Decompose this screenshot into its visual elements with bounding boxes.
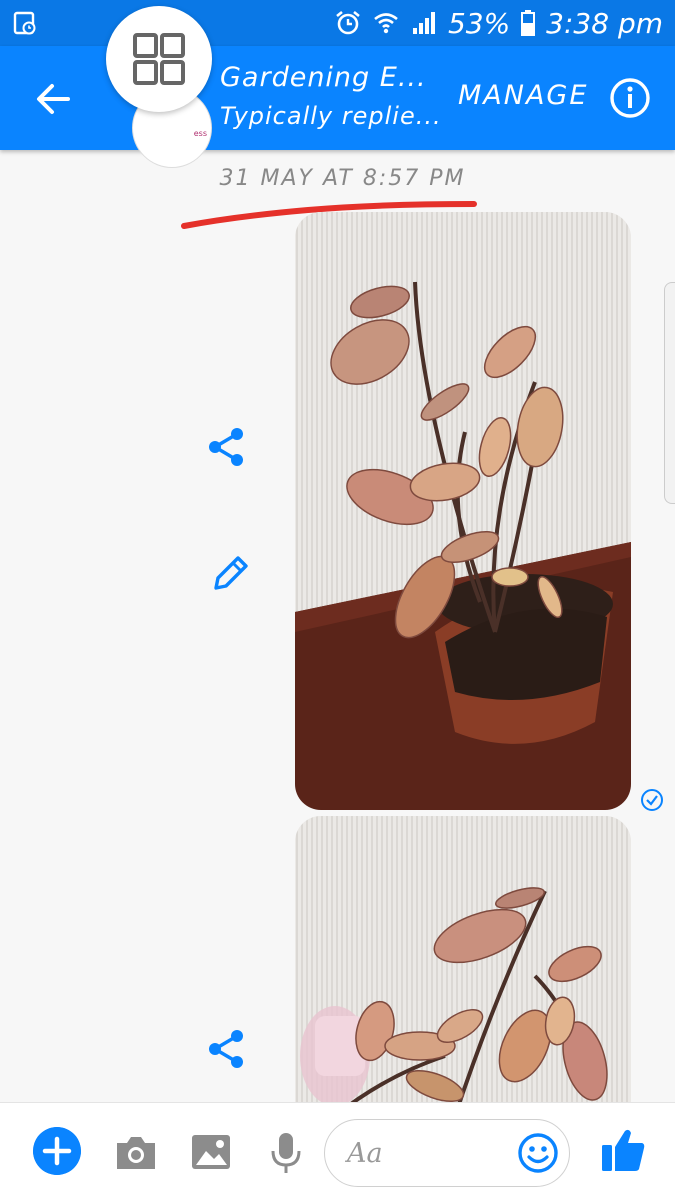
photo-message[interactable] [295, 816, 631, 1116]
photo-message[interactable] [295, 212, 631, 810]
share-icon[interactable] [205, 1027, 249, 1071]
share-icon[interactable] [205, 425, 249, 469]
screenshot-icon [13, 11, 36, 35]
gallery-icon[interactable] [188, 1129, 234, 1175]
plus-icon[interactable] [33, 1127, 81, 1175]
edit-icon[interactable] [208, 550, 252, 594]
thumbs-up-icon[interactable] [598, 1125, 648, 1175]
message-timestamp: 31 MAY AT 8:57 PM [219, 166, 466, 191]
status-bar: 53% 3:38 pm [0, 0, 675, 46]
wifi-icon [374, 13, 398, 34]
info-icon[interactable] [608, 76, 652, 120]
camera-icon[interactable] [113, 1129, 159, 1175]
chat-heads-button[interactable] [106, 6, 212, 112]
message-input[interactable]: Aa [324, 1119, 570, 1187]
scroll-handle[interactable] [664, 282, 675, 504]
avatar-logo-mark: ess [193, 129, 207, 138]
message-input-placeholder: Aa [347, 1138, 383, 1169]
manage-button[interactable]: MANAGE [458, 80, 588, 111]
grid-icon [133, 33, 185, 85]
plant-photo [295, 816, 631, 1116]
alarm-icon [336, 10, 360, 35]
status-time: 3:38 pm [546, 6, 663, 40]
battery-icon [521, 10, 536, 36]
conversation-header: ess Gardening E... Typically replie... M… [0, 6, 675, 168]
plant-photo [295, 212, 631, 810]
conversation-subtitle: Typically replie... [220, 102, 442, 130]
conversation-title[interactable]: Gardening E... [220, 62, 427, 93]
battery-percent: 53% [447, 6, 511, 40]
composer-bar: Aa [0, 1102, 675, 1200]
back-arrow-icon[interactable] [30, 76, 76, 122]
emoji-icon[interactable] [516, 1131, 560, 1175]
signal-icon [412, 12, 435, 34]
microphone-icon[interactable] [263, 1129, 309, 1175]
seen-check-icon [641, 789, 663, 811]
